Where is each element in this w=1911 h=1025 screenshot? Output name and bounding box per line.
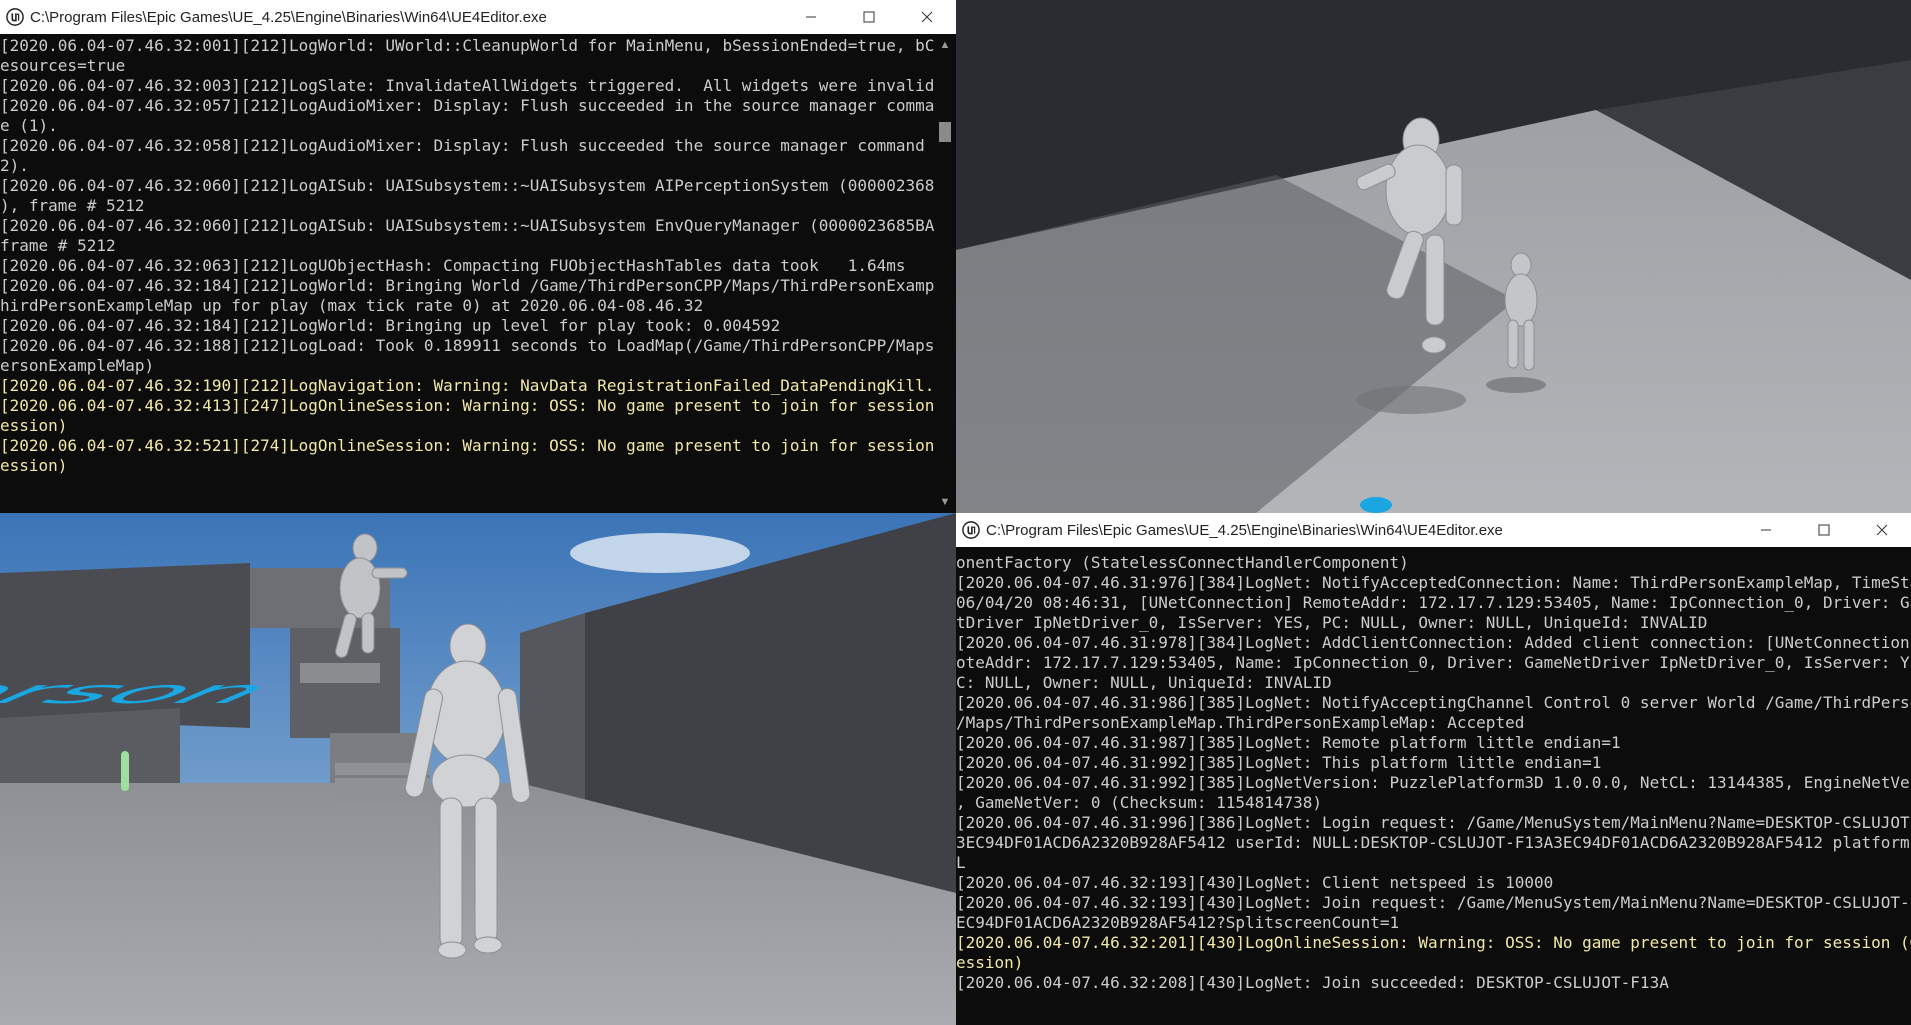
log-line: [2020.06.04-07.46.32:208][430]LogNet: Jo… [956,973,1669,992]
log-line: 2). [0,156,29,175]
log-line-warning: ession) [956,953,1024,972]
close-button[interactable] [1853,513,1911,547]
log-line: ersonExampleMap) [0,356,155,375]
game-viewport-bottom-left[interactable]: Person [0,513,956,1025]
log-line: [2020.06.04-07.46.32:193][430]LogNet: Jo… [956,893,1911,912]
console-title-bottom: C:\Program Files\Epic Games\UE_4.25\Engi… [986,521,1503,539]
log-line: [2020.06.04-07.46.32:060][212]LogAISub: … [0,176,934,195]
log-line: [2020.06.04-07.46.31:996][386]LogNet: Lo… [956,813,1911,832]
console-log-bottom: onentFactory (StatelessConnectHandlerCom… [956,553,1911,1025]
log-line: [2020.06.04-07.46.32:057][212]LogAudioMi… [0,96,934,115]
minimize-button[interactable] [1737,513,1795,547]
log-line: [2020.06.04-07.46.31:992][385]LogNetVers… [956,773,1911,792]
maximize-button[interactable] [1795,513,1853,547]
log-line: hirdPersonExampleMap up for play (max ti… [0,296,704,315]
console-titlebar-bottom[interactable]: C:\Program Files\Epic Games\UE_4.25\Engi… [956,513,1911,547]
maximize-icon [863,11,875,23]
maximize-icon [1818,524,1830,536]
close-button[interactable] [898,0,956,34]
console-window-top[interactable]: C:\Program Files\Epic Games\UE_4.25\Engi… [0,0,956,513]
log-line-warning: [2020.06.04-07.46.32:521][274]LogOnlineS… [0,436,934,455]
unreal-engine-logo-icon [6,8,24,26]
log-line: frame # 5212 [0,236,116,255]
log-line-warning: [2020.06.04-07.46.32:190][212]LogNavigat… [0,376,934,395]
scrollbar-top[interactable]: ▲ ▼ [934,34,956,513]
close-icon [1876,524,1888,536]
log-line-warning: [2020.06.04-07.46.32:413][247]LogOnlineS… [0,396,934,415]
log-line-warning: [2020.06.04-07.46.32:201][430]LogOnlineS… [956,933,1911,952]
log-line: [2020.06.04-07.46.31:976][384]LogNet: No… [956,573,1911,592]
log-line: 3EC94DF01ACD6A2320B928AF5412 userId: NUL… [956,833,1911,852]
scroll-up-arrow-icon[interactable]: ▲ [934,36,956,54]
log-line: /Maps/ThirdPersonExampleMap.ThirdPersonE… [956,713,1525,732]
log-line: , GameNetVer: 0 (Checksum: 1154814738) [956,793,1323,812]
log-line: C: NULL, Owner: NULL, UniqueId: INVALID [956,673,1332,692]
log-line: EC94DF01ACD6A2320B928AF5412?SplitscreenC… [956,913,1400,932]
log-line: [2020.06.04-07.46.32:001][212]LogWorld: … [0,36,934,55]
log-line: ), frame # 5212 [0,196,145,215]
scroll-thumb[interactable] [939,122,951,142]
log-line: [2020.06.04-07.46.32:188][212]LogLoad: T… [0,336,934,355]
log-line: [2020.06.04-07.46.31:987][385]LogNet: Re… [956,733,1621,752]
log-line: [2020.06.04-07.46.32:184][212]LogWorld: … [0,276,934,295]
log-line: onentFactory (StatelessConnectHandlerCom… [956,553,1409,572]
log-line: [2020.06.04-07.46.32:063][212]LogUObject… [0,256,906,275]
console-window-bottom[interactable]: C:\Program Files\Epic Games\UE_4.25\Engi… [956,513,1911,1025]
minimize-icon [806,16,816,18]
minimize-icon [1761,529,1771,531]
log-line: [2020.06.04-07.46.32:058][212]LogAudioMi… [0,136,934,155]
log-line: [2020.06.04-07.46.32:060][212]LogAISub: … [0,216,934,235]
log-line: 06/04/20 08:46:31, [UNetConnection] Remo… [956,593,1911,612]
log-line: e (1). [0,116,58,135]
minimize-button[interactable] [782,0,840,34]
log-line: L [956,853,966,872]
log-line: [2020.06.04-07.46.32:184][212]LogWorld: … [0,316,781,335]
scroll-down-arrow-icon[interactable]: ▼ [934,493,956,511]
log-line: [2020.06.04-07.46.31:986][385]LogNet: No… [956,693,1911,712]
log-line: [2020.06.04-07.46.32:003][212]LogSlate: … [0,76,934,95]
console-log-top: [2020.06.04-07.46.32:001][212]LogWorld: … [0,36,934,513]
log-line: tDriver IpNetDriver_0, IsServer: YES, PC… [956,613,1708,632]
game-scene-bottom-left: Person [0,513,956,1025]
unreal-engine-logo-icon [962,521,980,539]
log-line-warning: ession) [0,416,68,435]
log-line: [2020.06.04-07.46.31:978][384]LogNet: Ad… [956,633,1911,652]
game-scene-top-right [956,0,1911,513]
console-titlebar-top[interactable]: C:\Program Files\Epic Games\UE_4.25\Engi… [0,0,956,34]
maximize-button[interactable] [840,0,898,34]
log-line: esources=true [0,56,126,75]
log-line: oteAddr: 172.17.7.129:53405, Name: IpCon… [956,653,1911,672]
log-line: [2020.06.04-07.46.31:992][385]LogNet: Th… [956,753,1602,772]
log-line: [2020.06.04-07.46.32:193][430]LogNet: Cl… [956,873,1554,892]
close-icon [921,11,933,23]
game-viewport-top-right[interactable] [956,0,1911,513]
log-line-warning: ession) [0,456,68,475]
console-title-top: C:\Program Files\Epic Games\UE_4.25\Engi… [30,8,547,26]
